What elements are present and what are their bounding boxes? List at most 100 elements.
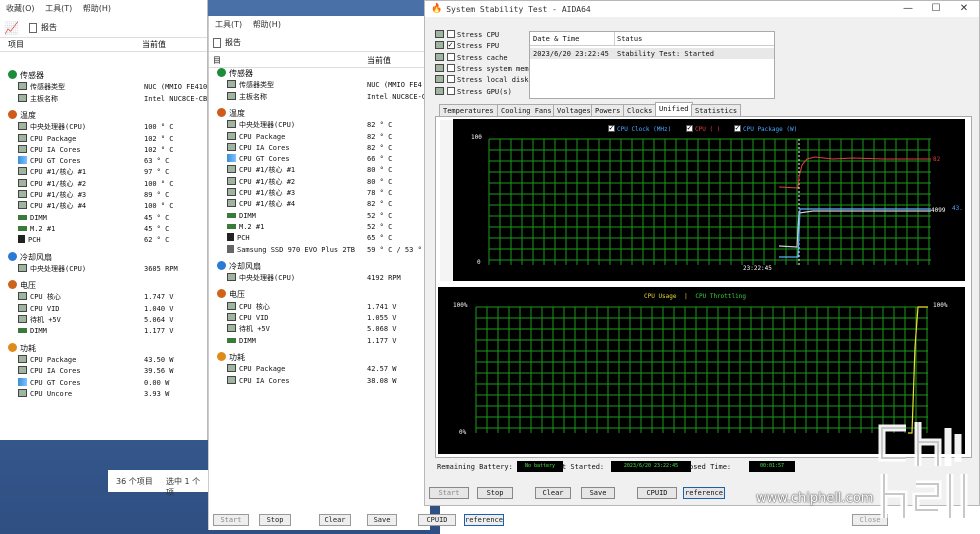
sensor-row[interactable]: CPU #1/核心 #1 [18,167,86,178]
stop-button[interactable]: Stop [477,487,513,499]
sensor-row[interactable]: M.2 #1 [227,222,264,233]
sensor-row[interactable]: CPU #1/核心 #4 [227,199,295,210]
sensor-group[interactable]: 功耗 [217,351,245,363]
stress-option[interactable]: Stress GPU(s) [435,86,512,98]
sensor-group[interactable]: 温度 [217,107,245,119]
sensor-row[interactable]: DIMM [18,326,47,337]
close-icon[interactable]: ✕ [949,1,979,17]
sensor-row[interactable]: CPU IA Cores [18,366,81,377]
tab-clocks[interactable]: Clocks [623,104,657,116]
sensor-row[interactable]: PCH [18,235,41,246]
sensor-row[interactable]: CPU GT Cores [227,154,290,165]
sensor-row[interactable]: CPU IA Cores [18,144,81,156]
cpuid-button[interactable]: CPUID [637,487,677,499]
stress-option[interactable]: Stress CPU [435,30,499,41]
reference-button-2[interactable]: reference [464,514,504,526]
legend-temp[interactable]: CPU ( ) [686,123,720,133]
legend-power[interactable]: CPU Package (W) [734,123,797,133]
sensor-row[interactable]: CPU IA Cores [227,142,290,154]
sensor-row[interactable]: 传感器类型 [227,80,274,91]
sensor-row[interactable]: M.2 #1 [18,224,55,235]
sensor-row[interactable]: CPU #1/核心 #2 [227,176,295,188]
sensor-group[interactable]: 冷却风扇 [217,260,261,272]
sensor-row[interactable]: CPU IA Cores [227,375,290,387]
sensor-row[interactable]: 中央处理器(CPU) [227,273,295,284]
sensor-row[interactable]: 中央处理器(CPU) [18,122,86,133]
save-button-2[interactable]: Save [367,514,397,526]
sensor-row[interactable]: Samsung SSD 970 EVO Plus 2TB [227,244,355,256]
stress-option[interactable]: Stress local disk [435,75,529,86]
sensor-group[interactable]: 冷却风扇 [8,251,52,263]
sensor-row[interactable]: PCH [227,233,250,244]
sensor-row[interactable]: 主板名称 [18,93,58,105]
sensor-row[interactable]: CPU Package [18,354,76,366]
sensor-group[interactable]: 传感器 [8,70,44,81]
sensor-row[interactable]: CPU Package [18,133,76,145]
legend-clock-checkbox[interactable] [608,123,615,132]
report-button-2[interactable]: 报告 [225,37,241,48]
sensor-row[interactable]: DIMM [227,336,256,347]
tab-powers[interactable]: Powers [591,104,625,116]
stop-button-2[interactable]: Stop [259,514,291,526]
sensor-row[interactable]: 待机 +5V [18,315,61,326]
sensor-row[interactable]: CPU GT Cores [18,156,81,167]
stress-checkbox[interactable] [447,52,455,61]
menu-tools[interactable]: 工具(T) [45,4,72,13]
menu-help-2[interactable]: 帮助(H) [253,20,281,29]
stress-option[interactable]: Stress FPU [435,39,499,52]
sensor-row[interactable]: CPU #1/核心 #4 [18,201,86,212]
sensor-group[interactable]: 电压 [8,280,36,291]
sensor-row[interactable]: 中央处理器(CPU) [227,120,295,131]
log-col-status[interactable]: Status [617,35,642,43]
maximize-icon[interactable]: ☐ [921,1,951,17]
sensor-row[interactable]: CPU #1/核心 #3 [227,188,295,199]
sensor-group[interactable]: 传感器 [217,68,253,79]
stress-checkbox[interactable] [447,30,455,38]
col-value[interactable]: 当前值 [142,39,166,50]
sensor-row[interactable]: CPU GT Cores [18,377,81,389]
sensor-row[interactable]: DIMM [18,213,47,224]
clear-button-2[interactable]: Clear [319,514,351,526]
tab-cooling-fans[interactable]: Cooling Fans [497,104,556,116]
log-col-time[interactable]: Date & Time [533,35,579,43]
sensor-row[interactable]: 待机 +5V [227,324,270,335]
sensor-group[interactable]: 温度 [8,109,36,121]
report-button[interactable]: 报告 [41,22,57,33]
report-icon[interactable] [213,37,221,48]
sensor-row[interactable]: 中央处理器(CPU) [18,263,86,275]
menu-tools-2[interactable]: 工具(T) [215,20,242,29]
sensor-row[interactable]: 主板名称 [227,91,267,103]
menu-favorites[interactable]: 收藏(O) [6,4,35,13]
sensor-row[interactable]: CPU VID [18,303,60,315]
sensor-row[interactable]: CPU #1/核心 #1 [227,165,295,176]
sensor-row[interactable]: CPU #1/核心 #3 [18,190,86,201]
col-item-2[interactable]: 目 [213,55,221,66]
tab-statistics[interactable]: Statistics [691,104,742,116]
stress-checkbox[interactable] [447,39,455,50]
stress-option[interactable]: Stress system mem [435,63,529,75]
stress-checkbox[interactable] [447,63,455,72]
legend-power-checkbox[interactable] [734,123,741,132]
sensor-row[interactable]: CPU Package [227,364,285,375]
reference-button[interactable]: reference [683,487,725,499]
sensor-row[interactable]: CPU Package [227,131,285,143]
stress-checkbox[interactable] [447,86,455,95]
sensor-row[interactable]: CPU Uncore [18,388,72,400]
sensor-row[interactable]: CPU 核心 [18,292,61,303]
sensor-group[interactable]: 功耗 [8,342,36,354]
sensor-row[interactable]: 传感器类型 [18,82,65,93]
col-value-2[interactable]: 当前值 [367,55,391,66]
report-icon[interactable] [28,22,37,33]
sensor-group[interactable]: 电压 [217,289,245,300]
sensor-row[interactable]: CPU 核心 [227,301,270,313]
tab-voltages[interactable]: Voltages [553,104,595,116]
start-button-2[interactable]: Start [213,514,249,526]
minimize-icon[interactable]: — [893,1,923,17]
log-row[interactable]: 2023/6/20 23:22:45 Stability Test: Start… [530,48,774,59]
sensor-row[interactable]: DIMM [227,211,256,222]
cpuid-button-2[interactable]: CPUID [418,514,456,526]
legend-temp-checkbox[interactable] [686,123,693,132]
sensor-row[interactable]: CPU #1/核心 #2 [18,178,86,190]
graph-icon[interactable]: 📈 [4,21,19,35]
start-button[interactable]: Start [429,487,469,499]
